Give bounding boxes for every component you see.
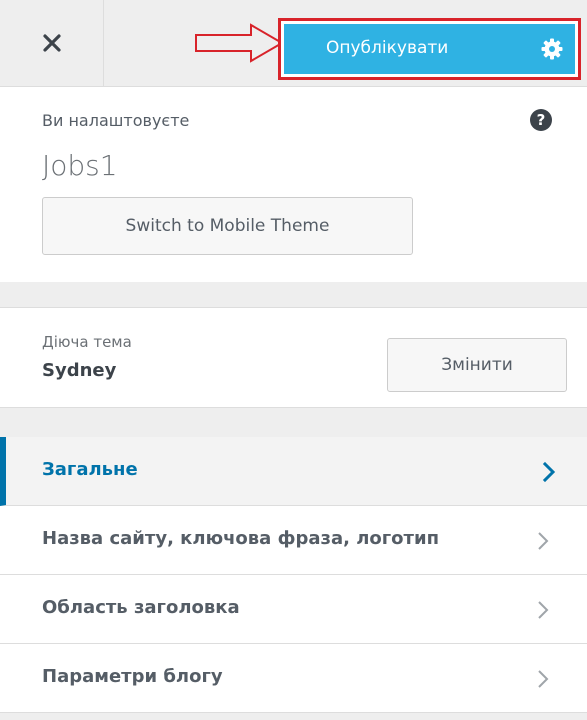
active-theme-section: Діюча тема Sydney Змінити [0, 307, 587, 408]
menu-item-label: Область заголовка [42, 597, 240, 618]
publish-button-label: Опублікувати [326, 38, 449, 58]
customizer-sections-menu: Загальне Назва сайту, ключова фраза, лог… [0, 437, 587, 713]
close-button[interactable] [0, 0, 104, 86]
gear-icon[interactable] [541, 38, 563, 60]
menu-item-site-identity[interactable]: Назва сайту, ключова фраза, логотип [0, 506, 587, 575]
publish-button[interactable]: Опублікувати [284, 24, 575, 74]
menu-item-blog-options[interactable]: Параметри блогу [0, 644, 587, 713]
arrow-annotation-icon [195, 23, 284, 63]
chevron-right-icon [538, 532, 549, 550]
chevron-right-icon [538, 601, 549, 619]
menu-item-header-area[interactable]: Область заголовка [0, 575, 587, 644]
chevron-right-icon [538, 670, 549, 688]
publish-highlight-frame: Опублікувати [278, 18, 581, 80]
customizing-label: Ви налаштовуєте [42, 111, 190, 130]
help-glyph: ? [536, 111, 546, 129]
active-theme-caption: Діюча тема [42, 333, 132, 351]
customizer-info-section: Ви налаштовуєте Jobs1 ? Switch to Mobile… [0, 87, 587, 282]
menu-item-label: Назва сайту, ключова фраза, логотип [42, 528, 440, 549]
site-name: Jobs1 [42, 149, 118, 182]
menu-item-general[interactable]: Загальне [0, 437, 587, 506]
menu-item-label: Загальне [42, 459, 138, 480]
chevron-right-icon [542, 461, 556, 483]
help-icon[interactable]: ? [530, 109, 552, 131]
change-theme-button[interactable]: Змінити [387, 338, 567, 392]
close-icon [42, 34, 61, 52]
active-theme-name: Sydney [42, 360, 117, 381]
switch-to-mobile-theme-button[interactable]: Switch to Mobile Theme [42, 197, 413, 255]
menu-item-label: Параметри блогу [42, 666, 223, 687]
customizer-header: Опублікувати [0, 0, 587, 87]
